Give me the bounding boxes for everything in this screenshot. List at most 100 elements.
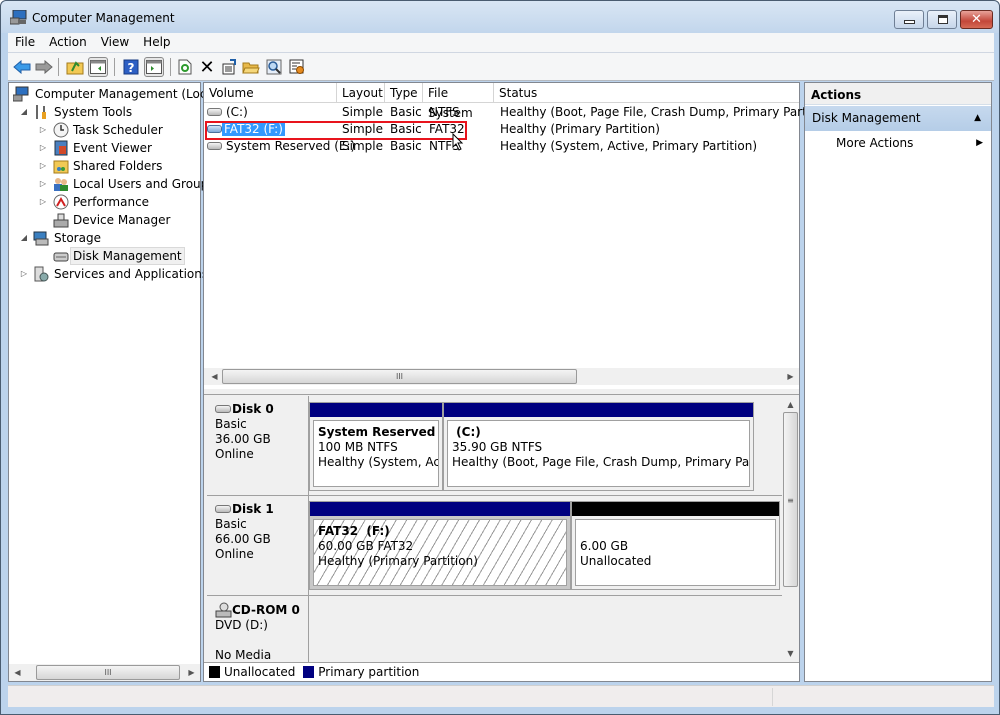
scroll-left-icon[interactable]: ◀ xyxy=(9,664,26,681)
menu-help[interactable]: Help xyxy=(136,33,177,52)
scroll-right-icon[interactable]: ▶ xyxy=(782,368,799,385)
disk-0-info[interactable]: Disk 0 Basic 36.00 GB Online xyxy=(207,396,309,495)
collapse-icon[interactable]: ◢ xyxy=(19,229,29,247)
menu-bar: File Action View Help xyxy=(8,33,994,53)
toolbar-separator xyxy=(170,58,171,76)
cdrom-0-info[interactable]: CD-ROM 0 DVD (D:) No Media xyxy=(207,596,309,662)
computer-management-icon xyxy=(10,10,27,25)
computer-management-window: Computer Management ✕ File Action View Help… xyxy=(0,0,1000,715)
expand-icon[interactable]: ▷ xyxy=(38,193,48,211)
disk-type: Basic xyxy=(215,417,247,431)
expand-icon[interactable]: ▷ xyxy=(38,121,48,139)
close-icon: ✕ xyxy=(971,12,982,27)
tree-horizontal-scrollbar[interactable]: ◀ III ▶ xyxy=(9,664,200,681)
scroll-right-icon[interactable]: ▶ xyxy=(183,664,200,681)
partition-bar xyxy=(444,403,753,417)
disk-icon xyxy=(215,404,231,413)
partition-status: Healthy (System, Activ xyxy=(318,455,439,469)
disk-graph-view: Disk 0 Basic 36.00 GB Online System Rese… xyxy=(204,396,799,662)
partition-unallocated[interactable]: 6.00 GB Unallocated xyxy=(571,501,780,590)
partition-title: FAT32 (F:) xyxy=(318,524,390,538)
volume-name: (C:) xyxy=(226,105,248,119)
toolbar: ? ✕ xyxy=(8,53,994,81)
maximize-button[interactable] xyxy=(927,10,957,29)
toolbar-separator xyxy=(114,58,115,76)
menu-action[interactable]: Action xyxy=(42,33,94,52)
partition-fat32[interactable]: FAT32 (F:) 60.00 GB FAT32 Healthy (Prima… xyxy=(309,501,571,590)
volume-layout: Simple xyxy=(342,139,383,153)
delete-button[interactable]: ✕ xyxy=(197,56,217,78)
volume-type: Basic xyxy=(390,105,422,119)
partition-bar xyxy=(310,502,570,516)
scroll-down-icon[interactable]: ▼ xyxy=(782,645,799,662)
scrollbar-thumb[interactable]: III xyxy=(36,665,180,680)
status-divider xyxy=(772,688,773,706)
up-one-level-button[interactable] xyxy=(65,57,85,77)
minimize-icon xyxy=(904,20,915,24)
volume-list-horizontal-scrollbar[interactable]: ◀ III ▶ xyxy=(204,368,799,385)
actions-group-disk-management[interactable]: Disk Management ▲ xyxy=(805,106,991,131)
close-button[interactable]: ✕ xyxy=(960,10,993,29)
partition-bar xyxy=(310,403,442,417)
open-folder-icon xyxy=(242,62,260,74)
refresh-button[interactable] xyxy=(175,57,195,77)
partition-system-reserved[interactable]: System Reserved (E:) 100 MB NTFS Healthy… xyxy=(309,402,443,491)
column-file-system[interactable]: File System xyxy=(423,83,494,120)
collapse-up-icon[interactable]: ▲ xyxy=(974,106,981,131)
cdrom-icon xyxy=(215,602,232,618)
menu-file[interactable]: File xyxy=(8,33,42,52)
maximize-icon xyxy=(938,15,948,24)
back-arrow-icon xyxy=(13,60,31,74)
disk-state: No Media xyxy=(215,648,272,662)
minimize-button[interactable] xyxy=(894,10,924,29)
disk-type: DVD (D:) xyxy=(215,618,268,632)
search-button[interactable] xyxy=(264,57,284,77)
volume-status: Healthy (System, Active, Primary Partiti… xyxy=(500,139,758,153)
column-status[interactable]: Status xyxy=(494,83,799,103)
column-type[interactable]: Type xyxy=(385,83,423,103)
volume-row-e[interactable]: System Reserved (E:) Simple Basic NTFS H… xyxy=(204,138,799,155)
column-layout[interactable]: Layout xyxy=(337,83,385,103)
console-tree-panel: Computer Management (Local ◢ System Tool… xyxy=(8,82,217,682)
expand-icon[interactable]: ▷ xyxy=(38,175,48,193)
collapse-icon[interactable]: ◢ xyxy=(19,103,29,121)
scrollbar-thumb[interactable]: ≡ xyxy=(783,412,798,587)
disk-1-info[interactable]: Disk 1 Basic 66.00 GB Online xyxy=(207,496,309,595)
title-bar[interactable]: Computer Management ✕ xyxy=(1,1,999,33)
forward-button[interactable] xyxy=(34,57,54,77)
partition-c[interactable]: (C:) 35.90 GB NTFS Healthy (Boot, Page F… xyxy=(443,402,754,491)
volume-name: System Reserved (E:) xyxy=(226,139,356,153)
properties-button[interactable] xyxy=(219,57,239,77)
pane-splitter[interactable] xyxy=(204,388,799,395)
volume-fs: NTFS xyxy=(429,105,460,119)
magnifier-icon xyxy=(266,59,282,75)
delete-icon: ✕ xyxy=(199,56,215,78)
disk-graph-vertical-scrollbar[interactable]: ▲ ≡ ▼ xyxy=(782,396,799,662)
performance-icon xyxy=(53,194,69,210)
expand-icon[interactable]: ▷ xyxy=(19,265,29,283)
highlight-box xyxy=(205,121,467,140)
help-button[interactable]: ? xyxy=(121,57,141,77)
submenu-arrow-icon: ▶ xyxy=(976,138,983,148)
disk-name: CD-ROM 0 xyxy=(232,602,300,617)
volume-row-c[interactable]: (C:) Simple Basic NTFS Healthy (Boot, Pa… xyxy=(204,104,838,121)
action-more-actions[interactable]: More Actions ▶ xyxy=(805,131,991,155)
disk-name: Disk 1 xyxy=(232,502,274,516)
scrollbar-thumb[interactable]: III xyxy=(222,369,577,384)
disk-type: Basic xyxy=(215,517,247,531)
back-button[interactable] xyxy=(12,57,32,77)
properties-icon xyxy=(222,59,236,75)
show-hide-action-pane-button[interactable] xyxy=(144,57,164,77)
open-button[interactable] xyxy=(241,57,261,77)
column-volume[interactable]: Volume xyxy=(204,83,337,103)
status-bar xyxy=(8,685,994,707)
services-icon xyxy=(34,266,49,282)
scroll-left-icon[interactable]: ◀ xyxy=(206,368,223,385)
expand-icon[interactable]: ▷ xyxy=(38,157,48,175)
scroll-up-icon[interactable]: ▲ xyxy=(782,396,799,413)
menu-view[interactable]: View xyxy=(94,33,136,52)
settings-button[interactable] xyxy=(287,57,307,77)
expand-icon[interactable]: ▷ xyxy=(38,139,48,157)
actions-header: Actions xyxy=(805,83,991,105)
show-hide-console-tree-button[interactable] xyxy=(88,57,108,77)
